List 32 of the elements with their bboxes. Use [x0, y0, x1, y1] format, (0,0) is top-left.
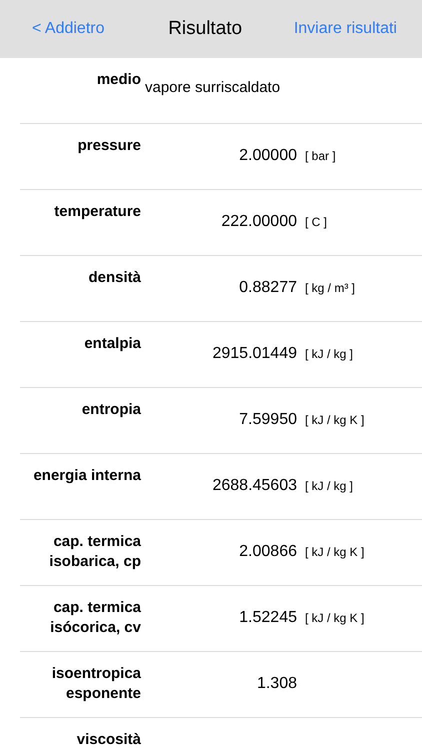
property-label: temperature [53, 202, 141, 222]
unit-label: [ kJ / kg K ] [305, 412, 364, 429]
property-value: 2915.01449 [211, 344, 297, 364]
unit-label: [ kJ / kg ] [305, 478, 354, 495]
back-button[interactable]: < Addietro [32, 17, 104, 41]
unit-label: [ bar ] [305, 148, 336, 165]
property-value: 2.00000 [238, 146, 297, 166]
property-label: isoentropica esponente [50, 664, 141, 704]
property-value: 1.308 [256, 674, 297, 694]
property-value: 7.59950 [238, 410, 297, 430]
property-label: cap. termica isócorica, cv [49, 598, 141, 638]
unit-label: [ kJ / kg ] [305, 346, 354, 363]
unit-label: [ kg / m³ ] [305, 280, 356, 297]
property-label: pressure [76, 136, 141, 156]
property-label: medio [96, 70, 141, 90]
send-results-button[interactable]: Inviare risultati [294, 17, 397, 41]
property-label: densità [87, 268, 141, 288]
property-value: 0.88277 [238, 278, 297, 298]
property-label: entalpia [83, 334, 141, 354]
unit-label: [ kJ / kg K ] [305, 610, 364, 627]
property-label: entropia [80, 400, 141, 420]
property-value: 2688.45603 [211, 476, 297, 496]
property-value: 2.00866 [238, 542, 297, 562]
screen-title: Risultato [168, 16, 242, 41]
property-value: vapore surriscaldato [145, 78, 280, 98]
unit-label: [ kJ / kg K ] [305, 544, 364, 561]
property-value: 1.52245 [238, 608, 297, 628]
property-label: viscosità [76, 730, 141, 750]
unit-label: [ C ] [305, 214, 328, 231]
property-label: energia interna [32, 466, 141, 486]
property-value: 222.00000 [220, 212, 297, 232]
property-label: cap. termica isobarica, cp [48, 532, 141, 572]
